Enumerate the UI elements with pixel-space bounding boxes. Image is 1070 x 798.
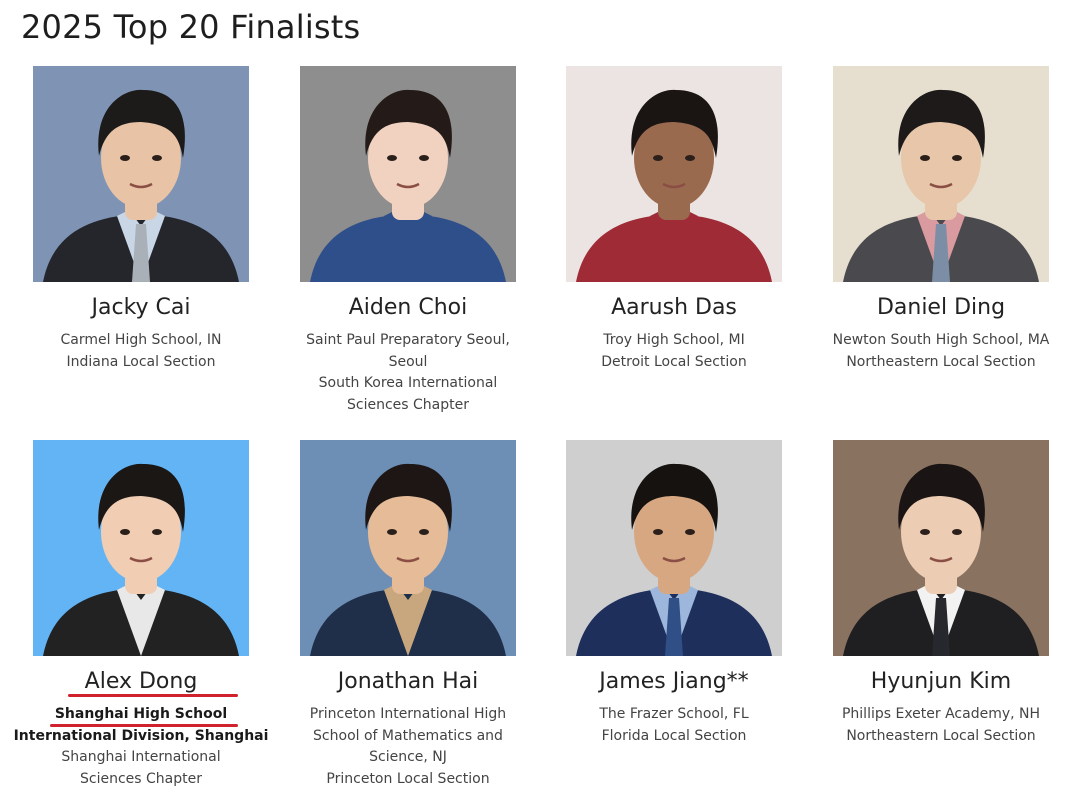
affiliation-line: Northeastern Local Section [846,727,1036,744]
name-underline-annotation [68,694,238,697]
left-eye [120,529,130,535]
finalist-card: Aiden Choi Saint Paul Preparatory Seoul, S… [273,66,543,416]
page-title: 2025 Top 20 Finalists [21,8,361,46]
finalist-name: Jacky Cai [91,295,191,320]
finalist-affiliation: Newton South High School, MA Northeastern… [806,330,1070,373]
affiliation-line: Northeastern Local Section [846,353,1036,370]
affiliation-line: International Division, Shanghai [13,727,269,744]
affiliation-line: Detroit Local Section [601,353,747,370]
finalist-affiliation: Troy High School, MI Detroit Local Sectio… [539,330,809,373]
finalist-card: Jacky Cai Carmel High School, IN Indiana L… [6,66,276,373]
affiliation-line: Newton South High School, MA [832,332,1050,348]
finalist-card: Aarush Das Troy High School, MI Detroit Lo… [539,66,809,373]
affiliation-line: Troy High School, MI [603,332,745,348]
right-eye [152,529,162,535]
affiliation-line: Science, NJ [369,749,447,766]
affiliation-line: Indiana Local Section [66,353,216,370]
affiliation-line: Shanghai High School [54,706,228,722]
affiliation-line: The Frazer School, FL [599,706,749,722]
finalist-affiliation: The Frazer School, FL Florida Local Secti… [539,704,809,747]
finalist-affiliation: Shanghai High School International Divisi… [6,704,276,790]
affiliation-line: South Korea International [318,375,498,392]
finalist-photo [33,66,249,282]
finalist-card: Hyunjun Kim Phillips Exeter Academy, NH No… [806,440,1070,747]
finalist-affiliation: Carmel High School, IN Indiana Local Sect… [6,330,276,373]
left-eye [120,155,130,161]
finalist-photo [833,440,1049,656]
right-eye [419,529,429,535]
finalist-card: James Jiang** The Frazer School, FL Florid… [539,440,809,747]
affiliation-line: Princeton International High [309,706,507,722]
school-underline-annotation [50,724,238,727]
left-eye [920,155,930,161]
finalist-name: Aiden Choi [348,295,468,320]
finalist-name: Alex Dong [84,669,198,694]
finalist-photo [300,440,516,656]
finalist-photo [33,440,249,656]
right-eye [952,155,962,161]
finalist-name: Hyunjun Kim [870,669,1012,694]
finalist-affiliation: Saint Paul Preparatory Seoul, Seoul South … [273,330,543,416]
finalist-affiliation: Princeton International High School of Ma… [273,704,543,790]
finalist-photo [566,440,782,656]
affiliation-line: Shanghai International [61,749,221,766]
finalist-name: Jonathan Hai [337,669,479,694]
affiliation-line: Florida Local Section [601,727,747,744]
left-eye [653,155,663,161]
left-eye [653,529,663,535]
left-eye [920,529,930,535]
left-eye [387,529,397,535]
finalist-photo [833,66,1049,282]
right-eye [952,529,962,535]
affiliation-line: Saint Paul Preparatory Seoul, [306,332,510,348]
affiliation-line: Sciences Chapter [80,770,202,787]
affiliation-line: School of Mathematics and [313,727,503,744]
finalist-name: Daniel Ding [876,295,1006,320]
right-eye [152,155,162,161]
right-eye [685,529,695,535]
finalist-name: Aarush Das [611,295,737,320]
finalist-affiliation: Phillips Exeter Academy, NH Northeastern … [806,704,1070,747]
finalist-name: James Jiang** [599,669,749,694]
left-eye [387,155,397,161]
finalist-photo [566,66,782,282]
affiliation-line: Princeton Local Section [326,770,490,787]
affiliation-line: Phillips Exeter Academy, NH [841,706,1041,722]
right-eye [685,155,695,161]
finalist-card: Alex Dong Shanghai High School Internation… [6,440,276,790]
finalist-card: Daniel Ding Newton South High School, MA N… [806,66,1070,373]
finalist-card: Jonathan Hai Princeton International High… [273,440,543,790]
affiliation-line: Carmel High School, IN [60,332,222,348]
finalist-photo [300,66,516,282]
affiliation-line: Sciences Chapter [347,396,469,413]
affiliation-line: Seoul [388,353,428,370]
right-eye [419,155,429,161]
